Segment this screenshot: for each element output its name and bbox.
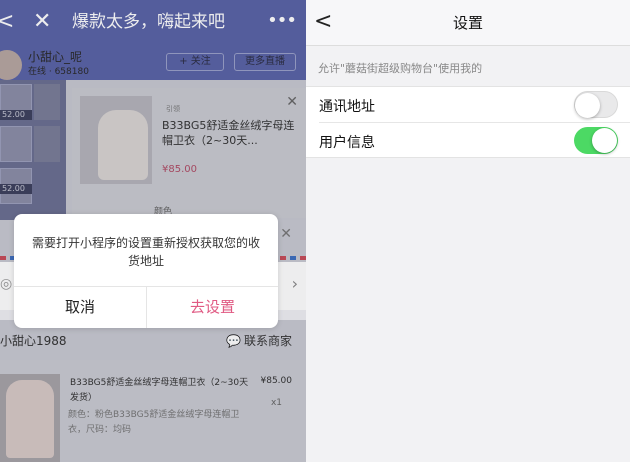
thumbnail-column: 52.00 52.00 xyxy=(0,80,66,220)
screenshot-root: < ✕ 爆款太多，嗨起来吧 ••• 小甜心_呢 在线 · 658180 + 关注… xyxy=(0,0,630,462)
product-card[interactable]: 引领 B33BG5舒适金丝绒字母连帽卫衣（2~30天... ¥85.00 ✕ 颜… xyxy=(72,88,306,218)
order-item-qty: x1 xyxy=(270,398,282,408)
product-area: 52.00 52.00 引领 B33BG5舒适金丝绒字母连帽卫衣（2~30天..… xyxy=(0,80,306,220)
live-nav-bar: < ✕ 爆款太多，嗨起来吧 ••• xyxy=(0,0,306,46)
product-thumbnail[interactable] xyxy=(0,126,32,162)
more-live-button[interactable]: 更多直播 xyxy=(234,53,296,71)
chevron-right-icon: › xyxy=(291,274,298,293)
avatar[interactable] xyxy=(0,50,22,80)
order-item-spec: 颜色：粉色B33BG5舒适金丝绒字母连帽卫衣，尺码：均码 xyxy=(68,410,240,435)
follow-button[interactable]: + 关注 xyxy=(166,53,224,71)
userinfo-permission-toggle[interactable] xyxy=(574,127,618,154)
settings-title: 设置 xyxy=(452,14,483,32)
thumbnail-price: 52.00 xyxy=(0,110,32,120)
address-permission-toggle[interactable] xyxy=(574,91,618,118)
order-item: B33BG5舒适金丝绒字母连帽卫衣（2~30天发货） ¥85.00 x1 颜色：… xyxy=(0,360,306,462)
product-tag: 引领 xyxy=(166,105,180,113)
product-price: ¥85.00 xyxy=(162,164,197,175)
close-icon[interactable]: ✕ xyxy=(286,94,298,110)
order-item-price: ¥85.00 xyxy=(260,376,293,386)
product-thumbnail[interactable] xyxy=(34,126,60,162)
permission-row-address: 通讯地址 xyxy=(306,87,630,123)
mini-program-panel: < ✕ 爆款太多，嗨起来吧 ••• 小甜心_呢 在线 · 658180 + 关注… xyxy=(0,0,306,462)
close-icon[interactable]: ✕ xyxy=(33,9,51,35)
permission-row-userinfo: 用户信息 xyxy=(306,123,630,159)
page-title: 爆款太多，嗨起来吧 xyxy=(72,12,225,32)
permission-label: 通讯地址 xyxy=(319,99,375,115)
product-title: B33BG5舒适金丝绒字母连帽卫衣（2~30天... xyxy=(162,119,295,147)
dialog-message: 需要打开小程序的设置重新授权获取您的收货地址 xyxy=(31,236,260,268)
permission-label: 用户信息 xyxy=(319,135,375,151)
settings-nav-bar: 设置 < xyxy=(306,0,630,46)
shop-name: 小甜心1988 xyxy=(0,334,67,348)
thumbnail-price: 52.00 xyxy=(0,184,32,194)
streamer-status: 在线 · 658180 xyxy=(28,67,89,77)
settings-panel: 设置 < 允许"蘑菇街超级购物台"使用我的 通讯地址 用户信息 xyxy=(306,0,630,462)
authorization-dialog: 需要打开小程序的设置重新授权获取您的收货地址 取消 去设置 xyxy=(14,214,278,328)
product-thumbnail[interactable] xyxy=(34,84,60,120)
chat-icon: 💬 xyxy=(226,334,241,348)
product-image xyxy=(80,96,152,184)
streamer-name: 小甜心_呢 xyxy=(28,50,83,64)
permissions-caption: 允许"蘑菇街超级购物台"使用我的 xyxy=(318,62,483,75)
go-to-settings-button[interactable]: 去设置 xyxy=(147,287,278,328)
order-item-image xyxy=(0,374,60,462)
more-options-icon[interactable]: ••• xyxy=(267,8,297,34)
cancel-button[interactable]: 取消 xyxy=(14,287,146,328)
contact-seller-label: 联系商家 xyxy=(243,334,292,348)
close-icon[interactable]: ✕ xyxy=(280,226,292,242)
back-icon[interactable]: < xyxy=(314,9,332,35)
order-item-title: B33BG5舒适金丝绒字母连帽卫衣（2~30天发货） xyxy=(70,378,249,403)
permissions-list: 通讯地址 用户信息 xyxy=(306,86,630,158)
contact-seller-button[interactable]: 💬 联系商家 xyxy=(226,332,292,349)
back-icon[interactable]: < xyxy=(0,8,14,36)
location-pin-icon: ◎ xyxy=(0,276,13,292)
streamer-header: 小甜心_呢 在线 · 658180 + 关注 更多直播 xyxy=(0,46,306,80)
